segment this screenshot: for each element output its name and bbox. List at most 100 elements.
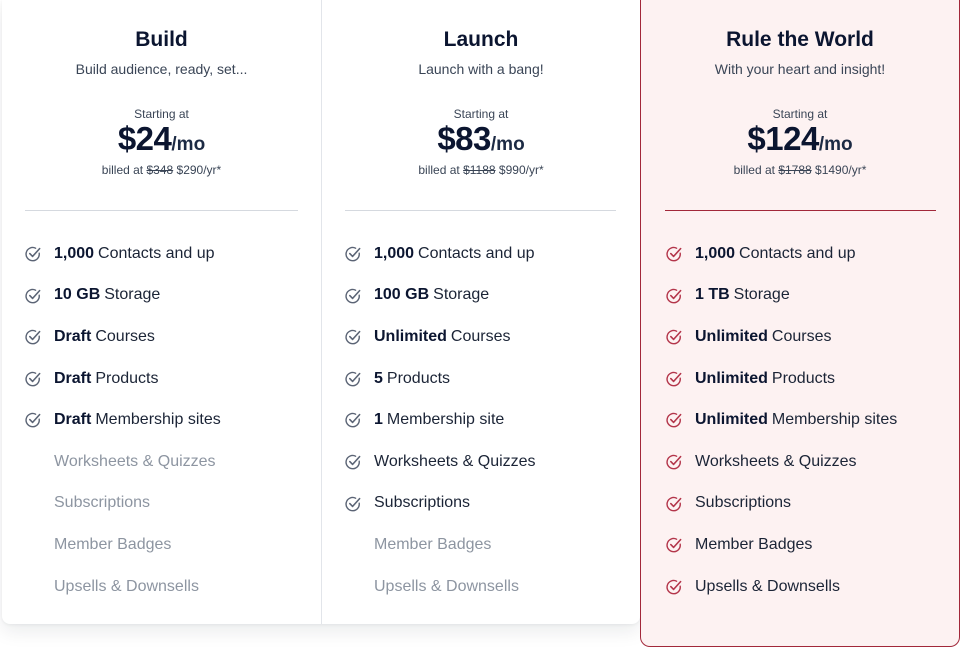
feature-item: Member Badges [641,524,959,566]
feature-item: Upsells & Downsells [2,566,321,608]
plan-price: $83/mo [322,120,640,158]
feature-item: 5 Products [322,358,640,400]
plan-card-launch: Launch Launch with a bang! Starting at $… [322,0,640,624]
feature-highlight: Unlimited [695,327,768,345]
feature-item: Draft Membership sites [2,399,321,441]
check-circle-icon [666,454,682,470]
plan-tagline: With your heart and insight! [714,61,886,77]
check-circle-icon [25,246,41,262]
feature-highlight: 1,000 [374,244,415,262]
check-circle-icon [666,371,682,387]
feature-item: Subscriptions [322,483,640,525]
check-circle-icon [25,288,41,303]
billed-annually: billed at $1188 $990/yr* [322,163,640,177]
annual-price: $990/yr* [498,163,544,177]
price-amount: $24 [117,120,172,157]
feature-label: Courses [95,327,155,345]
feature-highlight: 1 TB [695,286,730,304]
feature-label: Membership sites [771,411,898,429]
feature-item: 1 Membership site [322,399,640,441]
check-circle-icon [345,288,361,303]
old-price: $1788 [778,163,812,177]
feature-item: Draft Courses [2,316,321,358]
billed-prefix: billed at [101,163,144,177]
feature-highlight: 100 GB [374,286,430,304]
feature-item: 1,000 Contacts and up [2,233,321,275]
feature-label: Products [95,369,159,387]
check-circle-icon [666,246,682,262]
starting-at-label: Starting at [134,107,189,121]
check-circle-icon [345,246,361,262]
feature-list: 1,000 Contacts and up 1 TB Storage Unlimited… [641,233,959,607]
feature-highlight: 5 [374,369,383,387]
plan-card-build: Build Build audience, ready, set... Star… [2,0,321,624]
feature-label: Member Badges [695,535,813,553]
price-period: /mo [818,134,853,155]
check-circle-icon [25,413,41,428]
feature-list: 1,000 Contacts and up 10 GB Storage Draft Cou… [2,233,321,607]
price-period: /mo [490,134,525,155]
starting-at-label: Starting at [772,107,828,121]
price-amount: $83 [437,120,491,157]
check-circle-icon [666,330,682,345]
plan-name: Build [135,28,188,51]
feature-label: Membership site [386,411,505,429]
feature-label: Worksheets & Quizzes [695,452,857,470]
plan-separator [25,210,298,211]
feature-highlight: 1,000 [695,244,736,262]
feature-item: 10 GB Storage [2,275,321,317]
feature-highlight: 10 GB [54,286,101,304]
old-price: $348 [146,163,174,177]
feature-label: Products [386,369,451,387]
feature-item: Unlimited Products [641,358,959,400]
feature-label: Contacts and up [739,244,856,262]
feature-label: Storage [433,286,490,304]
billed-annually: billed at $1788 $1490/yr* [641,163,959,177]
plan-tagline: Build audience, ready, set... [75,61,248,77]
feature-highlight: Draft [54,411,92,429]
feature-label: Products [771,369,836,387]
feature-item: 1,000 Contacts and up [322,233,640,275]
feature-highlight: Draft [54,369,92,387]
feature-item: Worksheets & Quizzes [322,441,640,483]
check-circle-icon [25,330,41,345]
feature-item: Subscriptions [2,483,321,525]
plan-card-rule-the-world[interactable]: Rule the World With your heart and insig… [640,0,960,647]
feature-item: Upsells & Downsells [322,566,640,608]
feature-label: Member Badges [54,535,172,553]
feature-item: Draft Products [2,358,321,400]
plan-name: Rule the World [726,28,874,51]
check-circle-icon [345,330,361,345]
check-circle-icon [345,413,361,428]
price-period: /mo [171,134,206,155]
plan-name: Launch [443,28,519,51]
feature-label: Courses [450,327,511,345]
feature-label: Subscriptions [374,494,471,512]
feature-label: Worksheets & Quizzes [54,452,216,470]
starting-at-label: Starting at [453,107,509,121]
plan-tagline: Launch with a bang! [418,61,544,77]
feature-item: Worksheets & Quizzes [641,441,959,483]
old-price: $1188 [463,163,496,177]
feature-label: Subscriptions [54,494,151,512]
feature-highlight: Unlimited [374,327,447,345]
feature-label: Storage [733,286,790,304]
feature-item: Unlimited Courses [322,316,640,358]
check-circle-icon [345,454,361,470]
feature-label: Membership sites [95,411,221,429]
billed-annually: billed at $348 $290/yr* [2,163,321,177]
annual-price: $290/yr* [176,163,222,177]
feature-highlight: 1 [374,411,383,429]
annual-price: $1490/yr* [815,163,867,177]
plan-price: $24/mo [2,120,321,158]
plan-separator [345,210,616,211]
check-circle-icon [25,371,41,387]
feature-item: Subscriptions [641,483,959,525]
check-circle-icon [666,579,682,595]
feature-list: 1,000 Contacts and up 100 GB Storage Unlimit… [322,233,640,607]
plan-separator [665,210,936,211]
feature-label: Worksheets & Quizzes [374,452,536,470]
feature-item: Unlimited Membership sites [641,399,959,441]
feature-label: Subscriptions [695,494,792,512]
check-circle-icon [345,371,361,387]
